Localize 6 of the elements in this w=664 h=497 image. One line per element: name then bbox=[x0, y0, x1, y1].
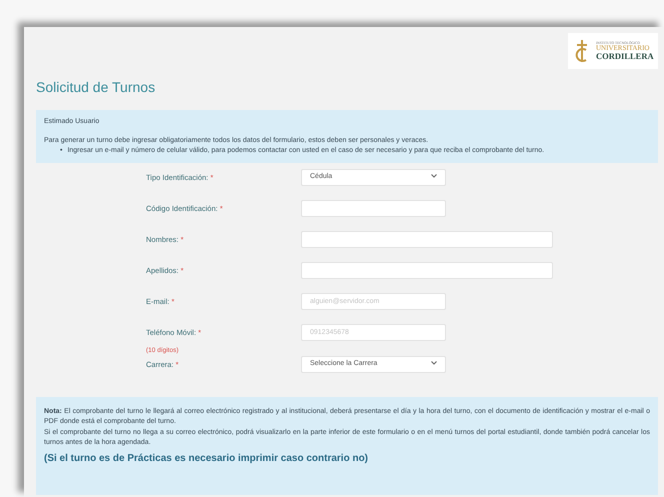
page-title: Solicitud de Turnos bbox=[36, 78, 156, 97]
input-field[interactable] bbox=[301, 230, 553, 248]
logo-text: CORDILLERA bbox=[596, 52, 654, 60]
note-emphasis: (Si el turno es de Prácticas es necesario imprimir caso contrario no) bbox=[44, 452, 370, 466]
input-field[interactable] bbox=[301, 262, 553, 278]
input-field[interactable] bbox=[301, 200, 446, 216]
